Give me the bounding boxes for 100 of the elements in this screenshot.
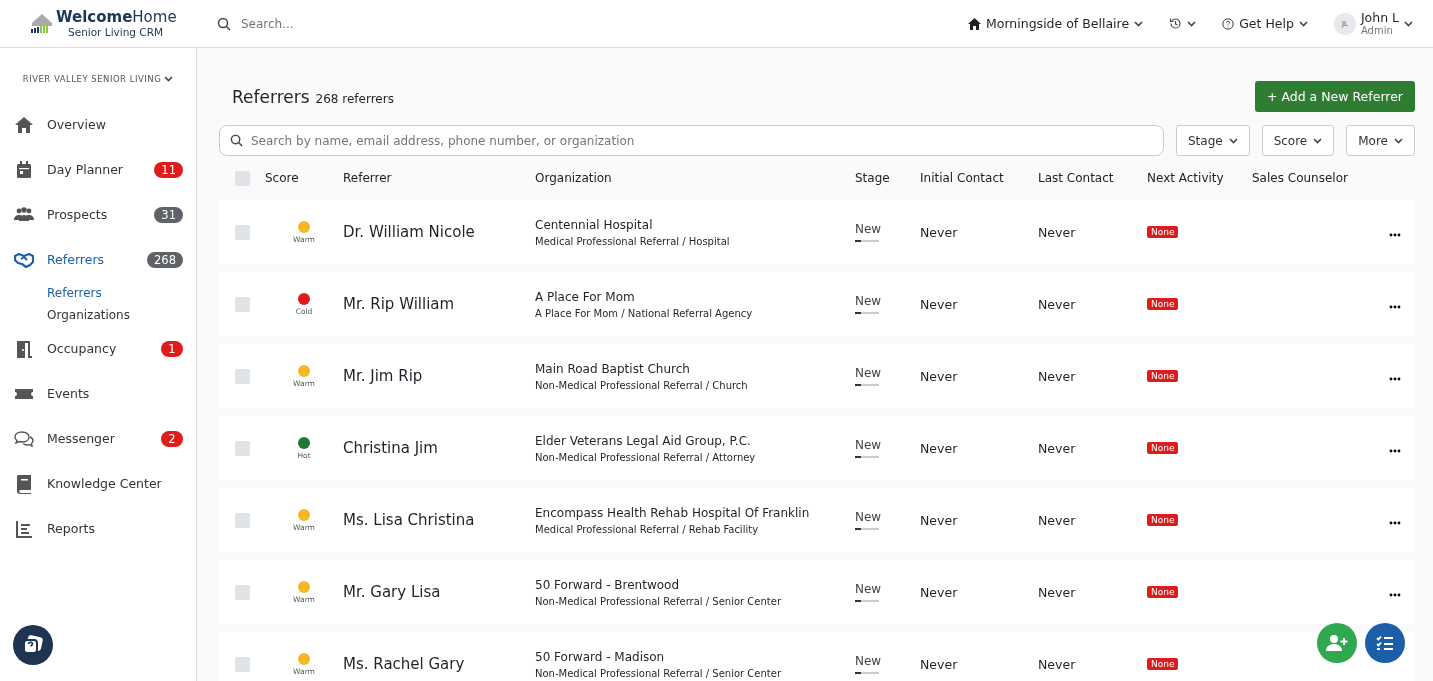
referrer-name[interactable]: Ms. Lisa Christina [343, 511, 535, 529]
count-badge: 2 [161, 430, 183, 447]
referrer-search-field[interactable]: Search by name, email address, phone number, or organization [219, 125, 1164, 156]
organization-type: Non-Medical Professional Referral / Senior Center [535, 595, 782, 607]
sidebar-subitem[interactable]: Referrers [0, 282, 196, 304]
filter-dropdown[interactable]: More [1346, 125, 1415, 156]
referrer-name[interactable]: Mr. Rip William [343, 295, 535, 313]
chart-icon [14, 518, 34, 539]
count-badge: 31 [154, 206, 183, 223]
referrer-count: 268 referrers [315, 91, 394, 106]
activity-tag: None [1147, 298, 1179, 310]
user-role: Admin [1360, 24, 1394, 36]
table-cell-text: Never [1038, 440, 1077, 456]
user-name: John L [1360, 11, 1399, 25]
organization-type: Non-Medical Professional Referral / Church [535, 379, 749, 391]
chevron-down-icon [1134, 20, 1144, 27]
global-search-field[interactable]: Search... [239, 15, 443, 32]
community-selector[interactable]: Morningside of Bellaire [986, 16, 1130, 31]
referrer-name[interactable]: Christina Jim [343, 439, 535, 457]
sidebar-item[interactable]: Day Planner 11 [0, 147, 196, 192]
ellipsis-icon [1389, 592, 1401, 597]
sidebar-item[interactable]: Occupancy 1 [0, 326, 196, 371]
row-checkbox[interactable] [235, 656, 250, 672]
organization-name: Main Road Baptist Church [535, 361, 691, 376]
chat-icon [14, 428, 34, 449]
table-cell-text: Never [1038, 296, 1077, 312]
count-badge: 11 [154, 161, 183, 178]
sidebar-item[interactable]: Messenger 2 [0, 416, 196, 461]
organization-name: 50 Forward - Brentwood [535, 577, 680, 592]
checklist-icon [1376, 635, 1394, 651]
table-cell-text: Never [920, 584, 959, 600]
row-checkbox[interactable] [235, 368, 250, 384]
stage-label: New [855, 582, 881, 596]
table-cell-text: Never [1038, 584, 1077, 600]
organization-name: 50 Forward - Madison [535, 649, 666, 664]
column-header: Next Activity [1147, 171, 1225, 185]
stage-label: New [855, 510, 881, 524]
chevron-down-icon [1228, 137, 1238, 144]
logo-house-icon [30, 11, 54, 36]
activity-tag: None [1147, 226, 1179, 238]
page-title: Referrers [232, 86, 310, 107]
table-cell-text: Never [920, 296, 959, 312]
referrer-name[interactable]: Ms. Rachel Gary [343, 655, 535, 673]
column-header: Stage [855, 171, 891, 185]
sidebar-item[interactable]: Events [0, 371, 196, 416]
row-checkbox[interactable] [235, 296, 250, 312]
organization-selector[interactable]: RIVER VALLEY SENIOR LIVING [22, 74, 162, 84]
chevron-down-icon [1394, 137, 1403, 144]
organization-name: Encompass Health Rehab Hospital Of Franklin [535, 505, 811, 520]
organization-type: Non-Medical Professional Referral / Senior Center [535, 667, 782, 679]
table-cell-text: Never [920, 440, 959, 456]
table-cell-text: Never [1038, 368, 1077, 384]
column-header: Referrer [343, 171, 393, 185]
table-cell-text: Never [1038, 656, 1077, 672]
help-icon [1222, 17, 1235, 30]
add-person-icon [1326, 634, 1348, 652]
activity-tag: None [1147, 442, 1179, 454]
activity-tag: None [1147, 370, 1179, 382]
row-checkbox[interactable] [235, 440, 250, 456]
door-icon [14, 338, 34, 359]
referrer-name[interactable]: Mr. Jim Rip [343, 367, 535, 385]
organization-name: Elder Veterans Legal Aid Group, P.C. [535, 433, 752, 448]
home-icon [14, 114, 34, 135]
sidebar-item[interactable]: Knowledge Center [0, 461, 196, 506]
column-header: Organization [535, 171, 613, 185]
stage-label: New [855, 222, 881, 236]
get-help-menu[interactable]: Get Help [1239, 16, 1294, 31]
select-all-checkbox[interactable] [235, 170, 250, 186]
row-checkbox[interactable] [235, 224, 250, 240]
organization-type: Medical Professional Referral / Rehab Facility [535, 523, 760, 535]
add-referrer-button[interactable]: + Add a New Referrer [1255, 81, 1415, 112]
history-icon[interactable] [1169, 17, 1183, 30]
sidebar-item[interactable]: Referrers 268 [0, 237, 196, 282]
ellipsis-icon [1389, 304, 1401, 309]
logo-name: WelcomeHome [56, 9, 177, 25]
column-header: Sales Counselor [1252, 171, 1349, 185]
ellipsis-icon [1389, 376, 1401, 381]
filter-dropdown[interactable]: Score [1261, 125, 1335, 156]
organization-name: A Place For Mom [535, 289, 636, 304]
row-checkbox[interactable] [235, 584, 250, 600]
sidebar-item[interactable]: Reports [0, 506, 196, 551]
chevron-down-icon [1187, 20, 1197, 27]
chevron-down-icon [1298, 20, 1308, 27]
referrer-name[interactable]: Dr. William Nicole [343, 223, 535, 241]
organization-name: Centennial Hospital [535, 217, 654, 232]
sidebar-subitem[interactable]: Organizations [0, 304, 196, 326]
sidebar-item[interactable]: Overview [0, 102, 196, 147]
sidebar-item[interactable]: Prospects 31 [0, 192, 196, 237]
help-chat-button[interactable] [13, 625, 53, 665]
filter-dropdown[interactable]: Stage [1175, 125, 1250, 156]
chevron-down-icon [164, 76, 174, 82]
table-cell-text: Never [920, 512, 959, 528]
column-header: Initial Contact [920, 171, 1005, 185]
referrer-name[interactable]: Mr. Gary Lisa [343, 583, 535, 601]
column-header: Score [265, 171, 300, 185]
search-icon [230, 134, 243, 147]
organization-type: Non-Medical Professional Referral / Attorney [535, 451, 757, 463]
column-header: Last Contact [1038, 171, 1115, 185]
activity-tag: None [1147, 586, 1179, 598]
row-checkbox[interactable] [235, 512, 250, 528]
